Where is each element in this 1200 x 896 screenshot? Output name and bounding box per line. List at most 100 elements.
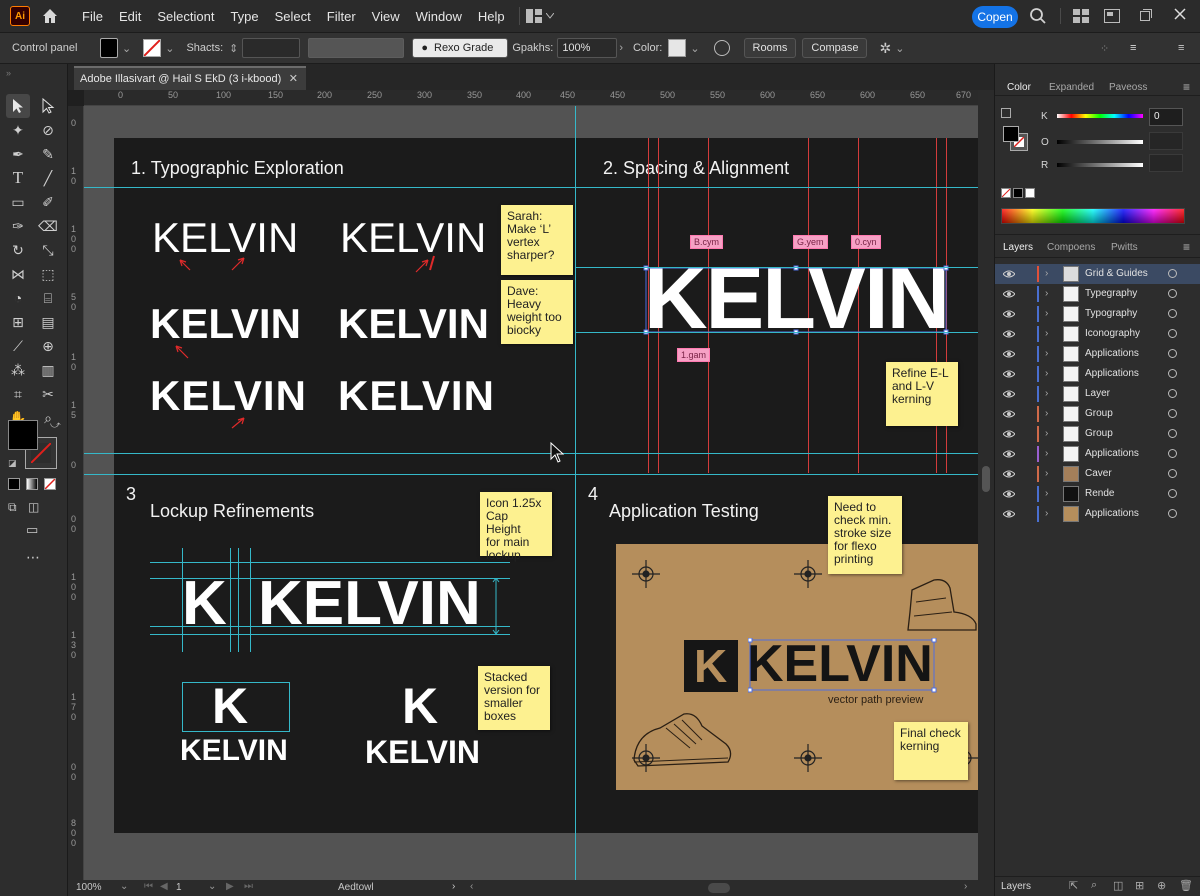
color-spectrum[interactable] — [1001, 208, 1185, 224]
layer-target-icon[interactable] — [1168, 429, 1177, 438]
scroll-right-icon[interactable]: › — [964, 881, 967, 892]
r-value-field[interactable] — [1149, 154, 1183, 172]
cloud-docs-icon[interactable] — [1104, 9, 1120, 26]
sticky-note-kerning[interactable]: Refine E-L and L-V kerning — [886, 362, 958, 426]
visibility-eye-icon[interactable] — [1003, 328, 1015, 340]
lockup-monogram[interactable]: K — [182, 568, 227, 640]
layer-target-icon[interactable] — [1168, 489, 1177, 498]
layer-row[interactable]: › Caver — [995, 464, 1200, 484]
menu-type[interactable]: Type — [222, 0, 266, 32]
variable-width-field[interactable] — [308, 38, 405, 58]
sticky-note-final[interactable]: Final check kerning — [894, 722, 968, 780]
pen-tool-icon[interactable]: ✒ — [6, 142, 30, 166]
visibility-eye-icon[interactable] — [1003, 408, 1015, 420]
lasso-tool-icon[interactable]: ⊘ — [36, 118, 60, 142]
visibility-eye-icon[interactable] — [1003, 288, 1015, 300]
grid-dots-icon[interactable]: ⁘ — [1100, 42, 1109, 55]
stacked-monogram-1[interactable]: K — [212, 678, 248, 734]
home-icon[interactable] — [36, 0, 64, 32]
r-slider[interactable] — [1057, 163, 1143, 167]
expand-chevron-icon[interactable]: › — [1045, 308, 1048, 319]
first-artboard-icon[interactable]: ⏮ — [144, 881, 153, 892]
direct-selection-tool-icon[interactable] — [36, 94, 60, 118]
layer-row[interactable]: › Iconography — [995, 324, 1200, 344]
layer-name[interactable]: Applications — [1085, 368, 1139, 379]
paintbrush-tool-icon[interactable]: ✐ — [36, 190, 60, 214]
horizontal-scroll-thumb[interactable] — [708, 883, 730, 893]
search-icon[interactable] — [1029, 7, 1047, 28]
scale-tool-icon[interactable]: ⤡ — [36, 238, 60, 262]
locate-object-icon[interactable]: ⌕ — [1091, 879, 1097, 892]
selection-tool-icon[interactable] — [6, 94, 30, 118]
layer-name[interactable]: Typegraphy — [1085, 288, 1137, 299]
symbol-sprayer-tool-icon[interactable]: ⁂ — [6, 358, 30, 382]
magic-wand-tool-icon[interactable]: ✦ — [6, 118, 30, 142]
minimize-icon[interactable] — [1140, 9, 1152, 24]
transform-icon[interactable]: ✲ — [879, 40, 891, 57]
clipping-mask-icon[interactable]: ◫ — [1113, 879, 1123, 892]
layer-target-icon[interactable] — [1168, 389, 1177, 398]
layer-row[interactable]: › Group — [995, 404, 1200, 424]
shaper-tool-icon[interactable]: ✑ — [6, 214, 30, 238]
default-colors-icon[interactable]: ◪ — [8, 458, 17, 469]
export-icon[interactable]: ⇱ — [1069, 879, 1078, 892]
close-window-icon[interactable] — [1174, 8, 1186, 23]
menu-view[interactable]: View — [364, 0, 408, 32]
layer-name[interactable]: Typography — [1085, 308, 1137, 319]
visibility-eye-icon[interactable] — [1003, 468, 1015, 480]
layer-target-icon[interactable] — [1168, 469, 1177, 478]
layer-name[interactable]: Applications — [1085, 448, 1139, 459]
expand-chevron-icon[interactable]: › — [1045, 368, 1048, 379]
spacing-tag[interactable]: 0.cyn — [851, 235, 881, 249]
blend-tool-icon[interactable]: ⊕ — [36, 334, 60, 358]
horizontal-guide[interactable] — [84, 474, 978, 475]
gradient-mode-icon[interactable] — [26, 478, 38, 490]
rotate-tool-icon[interactable]: ↻ — [6, 238, 30, 262]
graph-tool-icon[interactable]: ▥ — [36, 358, 60, 382]
stacked-wordmark-1[interactable]: KELVIN — [180, 734, 288, 768]
expand-chevron-icon[interactable]: › — [1045, 448, 1048, 459]
none-swatch[interactable] — [1001, 188, 1011, 198]
layer-name[interactable]: Iconography — [1085, 328, 1140, 339]
swap-colors-icon[interactable]: ⤻ — [50, 420, 61, 431]
expand-chevron-icon[interactable]: › — [1045, 428, 1048, 439]
spacing-tag[interactable]: 1.gam — [677, 348, 711, 362]
slice-tool-icon[interactable]: ✂ — [36, 382, 60, 406]
layer-target-icon[interactable] — [1168, 269, 1177, 278]
layer-name[interactable]: Layer — [1085, 388, 1110, 399]
toolbar-collapse-icon[interactable]: » — [6, 68, 11, 78]
horizontal-guide[interactable] — [84, 187, 978, 188]
layer-name[interactable]: Group — [1085, 428, 1113, 439]
spacing-tag[interactable]: G.yem — [793, 235, 828, 249]
visibility-eye-icon[interactable] — [1003, 448, 1015, 460]
close-tab-icon[interactable]: ✕ — [289, 72, 298, 85]
gradient-tool-icon[interactable]: ▤ — [36, 310, 60, 334]
free-transform-tool-icon[interactable]: ⬚ — [36, 262, 60, 286]
new-layer-icon[interactable]: ⊕ — [1157, 879, 1166, 892]
o-value-field[interactable] — [1149, 132, 1183, 150]
panel-options-icon[interactable]: ≡ — [1178, 42, 1184, 54]
tab-color[interactable]: Color — [1007, 82, 1031, 93]
stroke-swatch[interactable] — [143, 39, 162, 57]
layer-name[interactable]: Caver — [1085, 468, 1112, 479]
layer-row[interactable]: › Layer — [995, 384, 1200, 404]
layer-target-icon[interactable] — [1168, 369, 1177, 378]
panel-menu-icon[interactable]: ≡ — [1130, 42, 1136, 54]
fill-dropdown-icon[interactable]: ⌄ — [122, 42, 131, 55]
zoom-dropdown-icon[interactable]: ⌄ — [120, 881, 128, 892]
visibility-eye-icon[interactable] — [1003, 488, 1015, 500]
menu-edit[interactable]: Edit — [111, 0, 149, 32]
mesh-tool-icon[interactable]: ⊞ — [6, 310, 30, 334]
black-swatch[interactable] — [1013, 188, 1023, 198]
expand-chevron-icon[interactable]: › — [1045, 468, 1048, 479]
visibility-eye-icon[interactable] — [1003, 368, 1015, 380]
recolor-icon[interactable] — [713, 40, 730, 56]
stacked-monogram-2[interactable]: K — [402, 678, 438, 734]
sticky-note-stroke[interactable]: Need to check min. stroke size for flexo… — [828, 496, 902, 574]
arrange-documents-icon[interactable] — [525, 9, 554, 23]
layer-row[interactable]: › Applications — [995, 444, 1200, 464]
workspace-icon[interactable] — [1073, 9, 1089, 26]
horizontal-guide[interactable] — [575, 332, 978, 333]
opacity-arrow-icon[interactable]: › — [619, 42, 623, 54]
color-panel-menu-icon[interactable]: ≡ — [1183, 80, 1190, 94]
